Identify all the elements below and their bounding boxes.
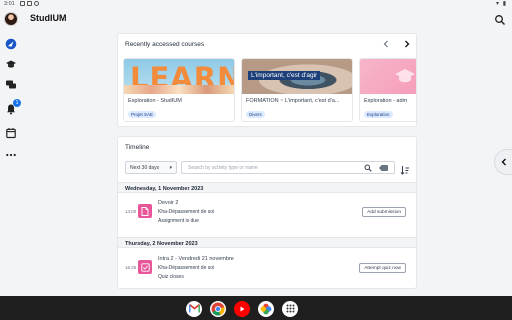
date-filter-dropdown[interactable]: Next 30 days ▾ — [125, 161, 177, 174]
battery-icon: ▮ — [502, 1, 507, 7]
event-course: Kha-Dépassement de soi — [158, 209, 215, 215]
gmail-icon[interactable] — [186, 300, 202, 317]
sort-icon[interactable] — [400, 162, 412, 175]
dashboard-icon[interactable] — [4, 37, 18, 51]
search-icon[interactable] — [494, 13, 506, 25]
app-dock — [180, 300, 308, 317]
chevron-down-icon: ▾ — [169, 165, 172, 171]
course-name[interactable]: Exploration - StudIUM — [128, 98, 182, 104]
course-image — [360, 59, 416, 94]
timeline-event: 14:00 Devoir 2 Kha-Dépassement de soi As… — [118, 194, 416, 234]
course-image: LEARN — [124, 59, 234, 94]
status-bar: 3:01 ▾ ▮ — [0, 0, 512, 9]
recent-courses-card: Recently accessed courses LEARN Explorat… — [117, 33, 417, 127]
search-icon[interactable] — [364, 164, 372, 172]
course-card[interactable]: LEARN Exploration - StudIUM Projet SAE — [123, 58, 235, 122]
event-time: 16:25 — [125, 265, 137, 270]
graduation-cap-icon — [395, 69, 415, 83]
calendar-icon[interactable] — [4, 126, 18, 140]
navigation-rail: 1 — [0, 30, 22, 300]
status-time: 3:01 — [4, 1, 15, 7]
app-drawer-icon[interactable] — [282, 300, 298, 317]
timeline-card: Timeline Next 30 days ▾ Search by activi… — [117, 136, 417, 289]
attempt-quiz-button[interactable]: Attempt quiz now — [359, 263, 406, 273]
chrome-icon[interactable] — [210, 300, 226, 317]
event-status: Quiz closes — [158, 274, 184, 280]
chevron-right-icon[interactable] — [401, 38, 413, 50]
sync-icon — [34, 1, 39, 6]
status-notification-icons — [20, 1, 39, 6]
timeline-day-header: Wednesday, 1 November 2023 — [118, 182, 416, 193]
event-course: Kha-Dépassement de soi — [158, 265, 215, 271]
wifi-icon: ▾ — [496, 1, 501, 7]
add-submission-button[interactable]: Add submission — [362, 207, 406, 217]
notification-badge: 1 — [13, 99, 21, 107]
notifications-icon[interactable]: 1 — [4, 99, 21, 116]
event-name[interactable]: Intra 2 - Vendredi 21 novembre — [158, 256, 234, 262]
avatar[interactable] — [4, 12, 18, 26]
chevron-left-icon — [501, 158, 506, 166]
messages-icon[interactable] — [4, 78, 18, 92]
timeline-day-header: Thursday, 2 November 2023 — [118, 237, 416, 248]
timeline-search-input[interactable]: Search by activity type or name — [181, 161, 395, 174]
course-name[interactable]: FORMATION ~ L'important, c'est d'a... — [246, 98, 339, 104]
quiz-icon — [138, 260, 152, 274]
app-title: StudIUM — [30, 13, 67, 23]
drawer-toggle-button[interactable] — [494, 149, 512, 175]
course-category-badge: Exploration — [364, 111, 393, 118]
course-image: L'important, c'est d'agir — [242, 59, 352, 94]
course-card[interactable]: L'important, c'est d'agir FORMATION ~ L'… — [241, 58, 353, 122]
timeline-event: 16:25 Intra 2 - Vendredi 21 novembre Kha… — [118, 250, 416, 288]
event-name[interactable]: Devoir 2 — [158, 200, 178, 206]
app-bar: StudIUM — [0, 9, 512, 29]
course-image-text: L'important, c'est d'agir — [248, 71, 321, 80]
event-time: 14:00 — [125, 209, 137, 214]
course-category-badge: Divers — [246, 111, 265, 118]
course-name[interactable]: Exploration - adm — [364, 98, 407, 104]
search-placeholder: Search by activity type or name — [188, 165, 258, 171]
event-status: Assignment is due — [158, 218, 199, 224]
system-tray: ▾ ▮ — [496, 0, 507, 7]
date-filter-value: Next 30 days — [130, 165, 160, 171]
s-icon — [20, 1, 25, 6]
photos-icon[interactable] — [258, 300, 274, 317]
course-card[interactable]: Exploration - adm Exploration — [359, 58, 416, 122]
clear-search-icon[interactable] — [379, 165, 388, 171]
courses-icon[interactable] — [4, 57, 18, 71]
course-image-people — [124, 85, 234, 94]
image-icon — [27, 1, 32, 6]
recent-courses-heading: Recently accessed courses — [125, 41, 205, 48]
more-icon[interactable] — [4, 148, 18, 162]
assignment-icon — [138, 204, 152, 218]
course-category-badge: Projet SAE — [128, 111, 157, 118]
chevron-left-icon[interactable] — [380, 38, 392, 50]
youtube-icon[interactable] — [234, 300, 250, 317]
timeline-heading: Timeline — [125, 144, 150, 151]
